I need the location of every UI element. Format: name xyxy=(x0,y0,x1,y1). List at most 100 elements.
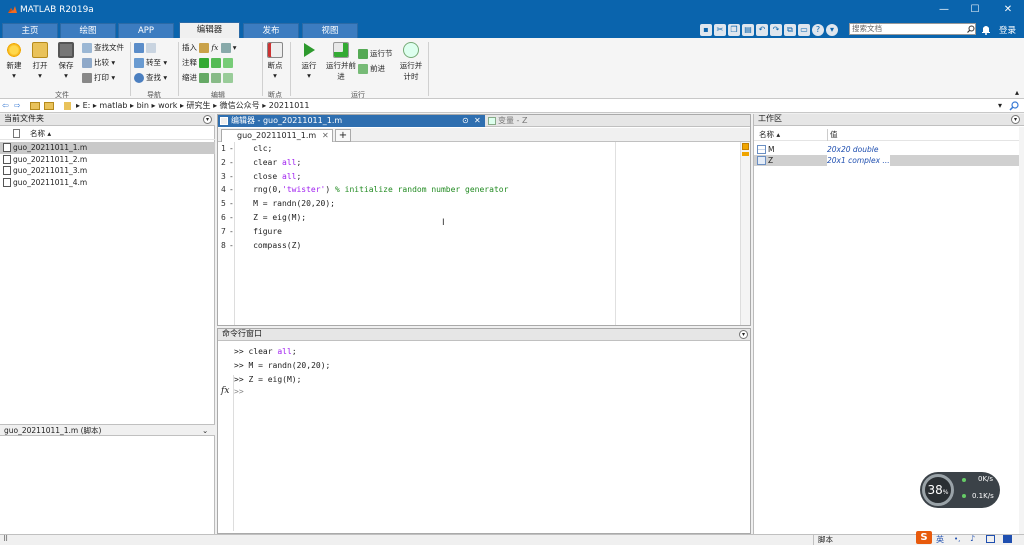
minimize-button[interactable]: — xyxy=(934,3,954,17)
file-item[interactable]: guo_20211011_4.m xyxy=(0,177,215,189)
close-icon[interactable]: ✕ xyxy=(322,130,329,142)
separator xyxy=(290,42,291,96)
breadcrumb-part[interactable]: 20211011 xyxy=(269,101,310,110)
sogou-ime-icon[interactable]: S xyxy=(916,531,932,544)
breadcrumb-part[interactable]: E: xyxy=(83,101,91,110)
file-item[interactable]: guo_20211011_1.m xyxy=(0,142,215,154)
column-header[interactable]: 名称 ▴ xyxy=(0,127,215,140)
search-documentation-input[interactable]: 搜索文档 xyxy=(849,23,976,35)
vertical-scrollbar[interactable] xyxy=(740,142,750,325)
indent-increase-icon[interactable] xyxy=(211,73,222,83)
microphone-icon[interactable]: ♪ xyxy=(970,534,975,543)
ime-menu-icon[interactable] xyxy=(1003,535,1012,543)
open-button[interactable]: 打开 ▾ xyxy=(30,42,50,80)
bell-icon[interactable] xyxy=(981,24,991,35)
insert-section-icon[interactable] xyxy=(199,43,210,53)
ime-punctuation-icon[interactable]: •, xyxy=(954,535,960,543)
tab-apps[interactable]: APP xyxy=(118,23,174,38)
panel-actions-icon[interactable]: ▾ xyxy=(1011,115,1020,124)
uncomment-icon[interactable] xyxy=(211,58,222,68)
new-button[interactable]: 新建 ▾ xyxy=(4,42,24,80)
save-icon[interactable]: ▪ xyxy=(700,24,712,36)
wrap-comment-icon[interactable] xyxy=(223,58,234,68)
undo-icon[interactable]: ↶ xyxy=(756,24,768,36)
keyboard-icon[interactable] xyxy=(986,535,995,543)
close-icon[interactable]: ✕ xyxy=(474,115,481,126)
editor-actions-icon[interactable]: ⊙ xyxy=(462,115,469,126)
breakpoints-button[interactable]: 断点 ▾ xyxy=(264,42,286,80)
file-item[interactable]: guo_20211011_2.m xyxy=(0,154,215,166)
compare-button[interactable]: 比较 ▾ xyxy=(82,55,128,70)
comment-button[interactable]: 注释 xyxy=(182,58,197,67)
find-button[interactable]: 查找 ▾ xyxy=(134,70,176,85)
workspace-row[interactable]: Z 20x1 complex ... xyxy=(754,155,1019,166)
variables-tab[interactable]: 变量 - Z xyxy=(486,115,546,127)
tab-plots[interactable]: 绘图 xyxy=(60,23,116,38)
cut-icon[interactable]: ✂ xyxy=(714,24,726,36)
layout-icon[interactable]: ▭ xyxy=(798,24,810,36)
maximize-button[interactable]: ☐ xyxy=(965,3,985,17)
tab-publish[interactable]: 发布 xyxy=(243,23,299,38)
panel-actions-icon[interactable]: ▾ xyxy=(203,115,212,124)
run-button[interactable]: 运行 ▾ xyxy=(298,42,320,80)
breadcrumb-part[interactable]: 微信公众号 xyxy=(220,101,260,110)
login-link[interactable]: 登录 xyxy=(999,24,1016,36)
search-icon[interactable] xyxy=(1009,101,1019,111)
help-icon[interactable]: ? xyxy=(812,24,824,36)
warning-marker[interactable] xyxy=(742,152,749,156)
file-item[interactable]: guo_20211011_3.m xyxy=(0,165,215,177)
run-and-advance-button[interactable]: 运行并前进 xyxy=(326,42,356,82)
insert-block-icon[interactable] xyxy=(220,43,231,53)
comment-percent-icon[interactable] xyxy=(199,58,210,68)
run-section-button[interactable]: 运行节 xyxy=(358,46,398,61)
tab-home[interactable]: 主页 xyxy=(2,23,58,38)
smart-indent-icon[interactable] xyxy=(199,73,210,83)
tab-file[interactable]: guo_20211011_1.m ✕ xyxy=(221,129,333,142)
insert-button[interactable]: 插入 xyxy=(182,43,197,52)
function-browser-button[interactable]: fx xyxy=(221,386,229,396)
indent-decrease-icon[interactable] xyxy=(223,73,234,83)
details-bar[interactable]: guo_20211011_1.m (脚本) ⌄ xyxy=(0,424,215,436)
print-button[interactable]: 打印 ▾ xyxy=(82,70,128,85)
breadcrumb-part[interactable]: matlab xyxy=(99,101,127,110)
up-folder-icon[interactable] xyxy=(30,102,40,110)
command-prompt[interactable]: >> xyxy=(234,387,244,396)
network-monitor-widget[interactable]: 38% 0K/s 0.1K/s xyxy=(920,472,1000,508)
tab-view[interactable]: 视图 xyxy=(302,23,358,38)
workspace-row[interactable]: M 20x20 double xyxy=(754,144,1019,155)
workspace-column-header[interactable]: 名称 ▴ 值 xyxy=(754,129,1019,141)
collapse-toolstrip-icon[interactable]: ▴ xyxy=(1015,88,1019,97)
breadcrumb-part[interactable]: bin xyxy=(137,101,149,110)
add-tab-button[interactable]: + xyxy=(335,129,351,142)
code-analyzer-warning-icon[interactable] xyxy=(742,143,749,150)
m-file-icon xyxy=(3,177,11,187)
redo-icon[interactable]: ↷ xyxy=(770,24,782,36)
address-dropdown-icon[interactable]: ▾ xyxy=(998,99,1002,112)
goto-button[interactable]: 转至 ▾ xyxy=(134,55,176,70)
find-files-button[interactable]: 查找文件 xyxy=(82,40,128,55)
vertical-scrollbar[interactable] xyxy=(1019,127,1024,537)
breadcrumb-part[interactable]: 研究生 xyxy=(187,101,211,110)
forward-arrow-icon[interactable]: ⇨ xyxy=(14,99,21,112)
dropdown-icon[interactable]: ▾ xyxy=(826,24,838,36)
switch-windows-icon[interactable]: ⧉ xyxy=(784,24,796,36)
ime-language-indicator[interactable]: 英 xyxy=(936,534,944,545)
paste-icon[interactable]: ▤ xyxy=(742,24,754,36)
browse-folder-icon[interactable] xyxy=(44,102,54,110)
indent-button[interactable]: 缩进 xyxy=(182,73,197,82)
close-button[interactable]: ✕ xyxy=(998,3,1018,17)
advance-button[interactable]: 前进 xyxy=(358,61,398,76)
insert-function-button[interactable]: fx xyxy=(211,43,218,52)
breadcrumb-part[interactable]: work xyxy=(158,101,177,110)
run-and-time-button[interactable]: 运行并计时 xyxy=(398,42,424,82)
save-button[interactable]: 保存 ▾ xyxy=(56,42,76,80)
copy-icon[interactable]: ❐ xyxy=(728,24,740,36)
chevron-down-icon[interactable]: ⌄ xyxy=(202,425,208,436)
run-icon xyxy=(304,43,315,57)
back-forward-buttons[interactable] xyxy=(134,40,176,55)
code-area[interactable]: 1- clc; 2- clear all; 3- close all; 4- r… xyxy=(221,142,616,252)
back-arrow-icon[interactable]: ⇦ xyxy=(2,99,9,112)
tab-editor[interactable]: 编辑器 xyxy=(179,22,240,38)
panel-actions-icon[interactable]: ▾ xyxy=(739,330,748,339)
editor-title-tab[interactable]: 编辑器 - guo_20211011_1.m ⊙ ✕ xyxy=(218,115,485,127)
